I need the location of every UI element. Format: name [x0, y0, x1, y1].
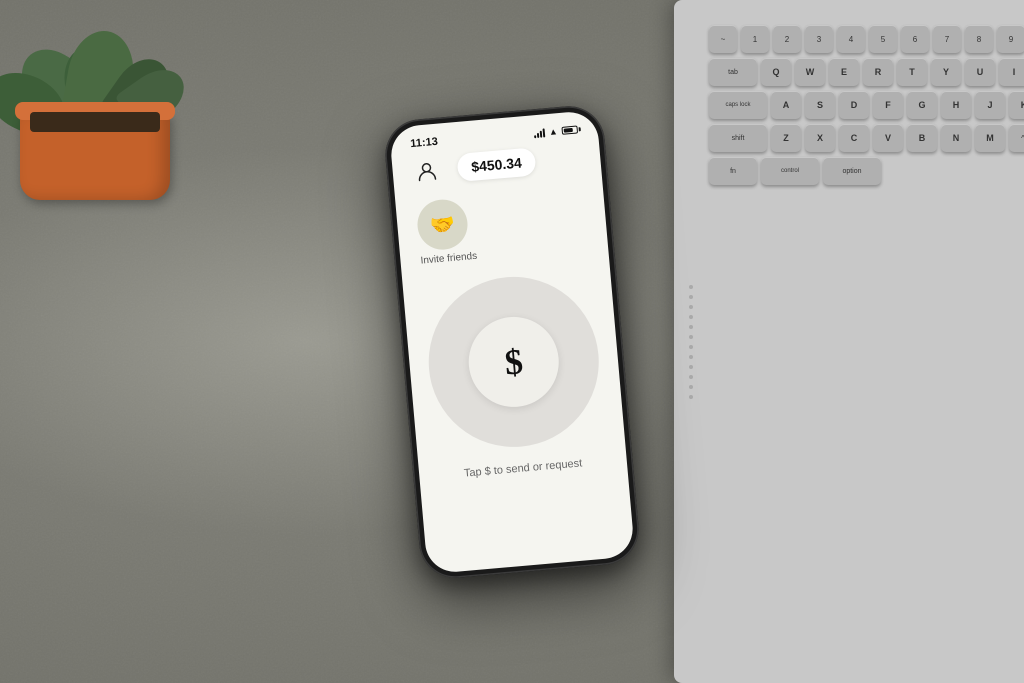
- key-caps-lock[interactable]: caps lock: [709, 91, 767, 119]
- key-7[interactable]: 7: [933, 25, 961, 53]
- key-tab[interactable]: tab: [709, 58, 757, 86]
- keyboard-row-5: fn control option: [709, 157, 1024, 185]
- key-1[interactable]: 1: [741, 25, 769, 53]
- phone-outer: 11:13 ▲: [382, 103, 641, 580]
- user-profile-icon[interactable]: [412, 155, 442, 185]
- key-x[interactable]: X: [805, 124, 835, 152]
- key-control[interactable]: control: [761, 157, 819, 185]
- speaker-hole: [689, 365, 693, 369]
- key-n[interactable]: N: [941, 124, 971, 152]
- key-w[interactable]: W: [795, 58, 825, 86]
- tap-instruction: Tap $ to send or request: [463, 457, 582, 479]
- key-c[interactable]: C: [839, 124, 869, 152]
- plant-decoration: [0, 0, 210, 200]
- key-2[interactable]: 2: [773, 25, 801, 53]
- keyboard-row-3: caps lock A S D F G H J K L: [709, 91, 1024, 119]
- speaker-hole: [689, 345, 693, 349]
- balance-amount: $450.34: [471, 154, 523, 174]
- key-4[interactable]: 4: [837, 25, 865, 53]
- main-action-area: $ Tap $ to send or request: [402, 258, 628, 493]
- dollar-button[interactable]: $: [465, 313, 563, 411]
- key-9[interactable]: 9: [997, 25, 1024, 53]
- key-u[interactable]: U: [965, 58, 995, 86]
- keyboard-row-4: shift Z X C V B N M ^ ⌦: [709, 124, 1024, 152]
- phone-screen: 11:13 ▲: [389, 109, 635, 573]
- battery-fill: [564, 127, 573, 132]
- speaker-hole: [689, 385, 693, 389]
- key-v[interactable]: V: [873, 124, 903, 152]
- key-b[interactable]: B: [907, 124, 937, 152]
- keyboard-row-1: ~ 1 2 3 4 5 6 7 8 9 0: [709, 25, 1024, 53]
- signal-bar-4: [543, 128, 546, 137]
- key-6[interactable]: 6: [901, 25, 929, 53]
- key-j[interactable]: J: [975, 91, 1005, 119]
- plant-pot: [20, 110, 170, 200]
- keyboard-area: ~ 1 2 3 4 5 6 7 8 9 0 tab Q W E R T Y: [694, 0, 1024, 683]
- status-icons: ▲: [534, 124, 579, 138]
- speaker-hole: [689, 335, 693, 339]
- key-d[interactable]: D: [839, 91, 869, 119]
- speaker-hole: [689, 355, 693, 359]
- key-comma[interactable]: ^: [1009, 124, 1024, 152]
- keyboard-row-2: tab Q W E R T Y U I O P: [709, 58, 1024, 86]
- key-8[interactable]: 8: [965, 25, 993, 53]
- signal-bar-1: [534, 135, 536, 138]
- key-h[interactable]: H: [941, 91, 971, 119]
- key-t[interactable]: T: [897, 58, 927, 86]
- key-e[interactable]: E: [829, 58, 859, 86]
- key-shift[interactable]: shift: [709, 124, 767, 152]
- key-i[interactable]: I: [999, 58, 1024, 86]
- battery-icon: [561, 125, 578, 134]
- speaker-hole: [689, 295, 693, 299]
- soil: [30, 112, 160, 132]
- key-y[interactable]: Y: [931, 58, 961, 86]
- wifi-icon: ▲: [548, 126, 558, 137]
- key-5[interactable]: 5: [869, 25, 897, 53]
- invite-avatar[interactable]: 🤝: [415, 197, 469, 251]
- speaker-hole: [689, 285, 693, 289]
- laptop-body: ~ 1 2 3 4 5 6 7 8 9 0 tab Q W E R T Y: [674, 0, 1024, 683]
- key-q[interactable]: Q: [761, 58, 791, 86]
- key-f[interactable]: F: [873, 91, 903, 119]
- key-s[interactable]: S: [805, 91, 835, 119]
- key-option[interactable]: option: [823, 157, 881, 185]
- invite-label: Invite friends: [420, 250, 477, 266]
- outer-circle: $: [422, 269, 606, 453]
- key-tilde[interactable]: ~: [709, 25, 737, 53]
- key-m[interactable]: M: [975, 124, 1005, 152]
- key-3[interactable]: 3: [805, 25, 833, 53]
- speaker-hole: [689, 325, 693, 329]
- status-time: 11:13: [410, 135, 438, 149]
- dollar-sign: $: [503, 340, 525, 383]
- speaker-hole: [689, 305, 693, 309]
- speaker-hole: [689, 395, 693, 399]
- signal-icon: [534, 127, 546, 138]
- phone: 11:13 ▲: [382, 103, 641, 580]
- key-r[interactable]: R: [863, 58, 893, 86]
- speaker-hole: [689, 375, 693, 379]
- key-a[interactable]: A: [771, 91, 801, 119]
- key-k[interactable]: K: [1009, 91, 1024, 119]
- invite-emoji: 🤝: [429, 211, 456, 238]
- balance-display[interactable]: $450.34: [456, 147, 537, 182]
- key-g[interactable]: G: [907, 91, 937, 119]
- speaker-hole: [689, 315, 693, 319]
- key-z[interactable]: Z: [771, 124, 801, 152]
- laptop: ~ 1 2 3 4 5 6 7 8 9 0 tab Q W E R T Y: [664, 0, 1024, 683]
- key-fn[interactable]: fn: [709, 157, 757, 185]
